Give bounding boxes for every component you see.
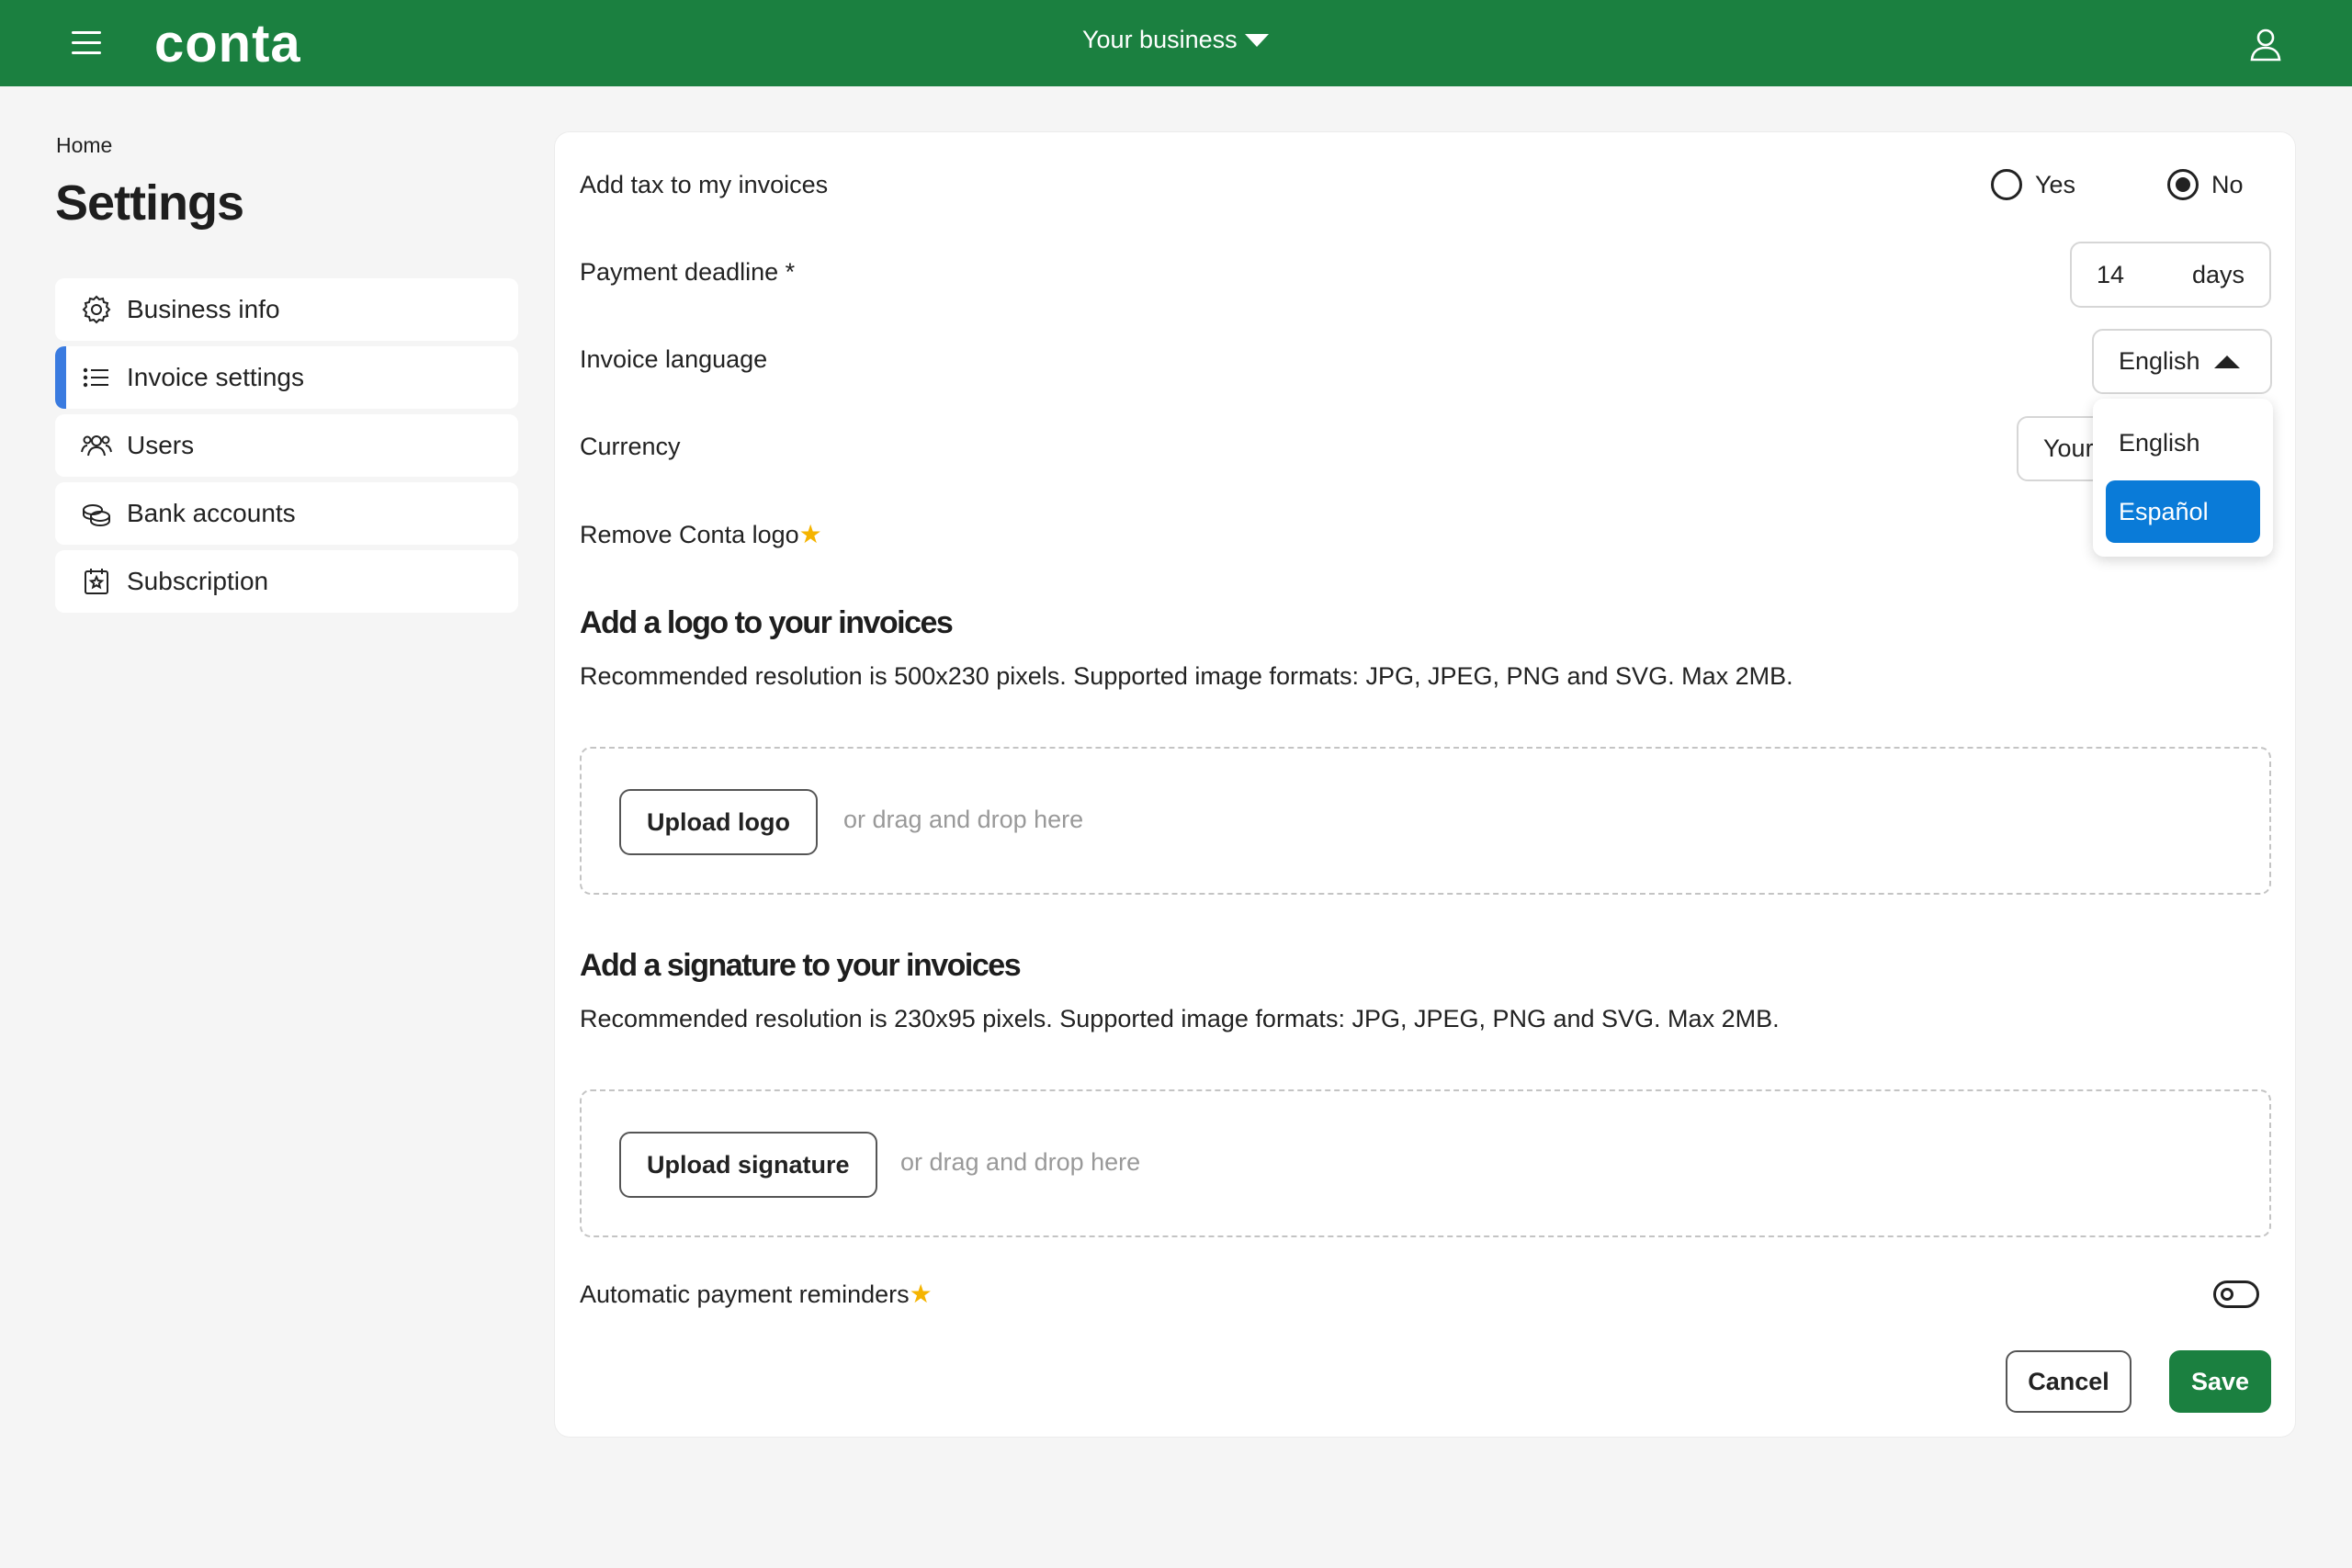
remove-logo-label: Remove Conta logo [580, 521, 799, 548]
tax-no-label: No [2211, 170, 2244, 198]
menu-icon[interactable] [72, 31, 101, 55]
sidebar-item-label: Invoice settings [127, 363, 304, 391]
caret-down-icon [1244, 33, 1269, 47]
payment-deadline-value: 14 [2097, 260, 2125, 288]
sidebar-item-label: Users [127, 431, 195, 459]
language-option-english[interactable]: English [2106, 412, 2260, 474]
payment-deadline-input[interactable]: 14 days [2070, 242, 2271, 308]
conta-logo[interactable]: conta [154, 13, 301, 74]
top-bar: conta Your business [0, 0, 2352, 86]
logo-dropzone[interactable]: Upload logo or drag and drop here [580, 747, 2271, 895]
payment-reminders-label: Automatic payment reminders [580, 1280, 910, 1308]
page-title: Settings [55, 175, 244, 231]
payment-deadline-label: Payment deadline * [580, 258, 796, 286]
radio-checked-icon [2167, 169, 2199, 200]
toggle-knob [2221, 1288, 2233, 1301]
breadcrumb-home[interactable]: Home [56, 133, 112, 158]
currency-value: Your [2043, 434, 2094, 462]
language-dropdown-menu: English Español [2093, 399, 2273, 557]
premium-star-icon: ★ [909, 1280, 933, 1308]
invoice-settings-card: Add tax to my invoices Yes No Payment de… [555, 132, 2295, 1437]
users-icon [81, 435, 112, 457]
language-option-espanol[interactable]: Español [2106, 480, 2260, 543]
payment-deadline-unit: days [2191, 260, 2245, 288]
settings-nav: Business info Invoice settings Users Ban… [55, 278, 518, 618]
list-icon [83, 367, 108, 388]
signature-section-description: Recommended resolution is 230x95 pixels.… [580, 1005, 1780, 1032]
signature-drop-hint: or drag and drop here [900, 1148, 1141, 1176]
tax-yes-label: Yes [2035, 170, 2076, 198]
tax-no-radio[interactable]: No [2167, 169, 2244, 200]
logo-section-title: Add a logo to your invoices [580, 605, 954, 640]
business-selector[interactable]: Your business [1082, 26, 1269, 54]
sidebar-item-business-info[interactable]: Business info [55, 278, 518, 341]
business-selector-label: Your business [1082, 26, 1238, 53]
sidebar-item-label: Business info [127, 295, 280, 323]
sidebar-item-label: Bank accounts [127, 499, 296, 527]
user-icon[interactable] [2247, 26, 2284, 62]
tax-label: Add tax to my invoices [580, 171, 829, 198]
upload-signature-button[interactable]: Upload signature [619, 1132, 877, 1198]
sidebar-item-users[interactable]: Users [55, 414, 518, 477]
invoice-language-select[interactable]: English [2092, 329, 2272, 394]
cancel-button[interactable]: Cancel [2006, 1350, 2132, 1413]
signature-section-title: Add a signature to your invoices [580, 948, 1022, 983]
invoice-language-value: English [2119, 347, 2200, 375]
coins-icon [83, 504, 110, 527]
caret-up-icon [2214, 355, 2240, 368]
sidebar-item-invoice-settings[interactable]: Invoice settings [55, 346, 518, 409]
signature-dropzone[interactable]: Upload signature or drag and drop here [580, 1089, 2271, 1237]
invoice-language-label: Invoice language [580, 345, 768, 373]
save-button[interactable]: Save [2169, 1350, 2271, 1413]
logo-section-description: Recommended resolution is 500x230 pixels… [580, 662, 1793, 690]
tax-yes-radio[interactable]: Yes [1991, 169, 2075, 200]
upload-logo-button[interactable]: Upload logo [619, 789, 818, 855]
payment-reminders-toggle[interactable] [2213, 1280, 2259, 1308]
remove-logo-row: Remove Conta logo★ [580, 519, 822, 549]
calendar-star-icon [85, 569, 108, 594]
sidebar-item-bank-accounts[interactable]: Bank accounts [55, 482, 518, 545]
sidebar-item-subscription[interactable]: Subscription [55, 550, 518, 613]
radio-unchecked-icon [1991, 169, 2022, 200]
payment-reminders-row: Automatic payment reminders★ [580, 1279, 933, 1309]
sidebar-item-label: Subscription [127, 567, 269, 595]
gear-icon [82, 295, 111, 324]
logo-drop-hint: or drag and drop here [843, 806, 1084, 833]
premium-star-icon: ★ [798, 520, 822, 548]
currency-label: Currency [580, 433, 681, 460]
